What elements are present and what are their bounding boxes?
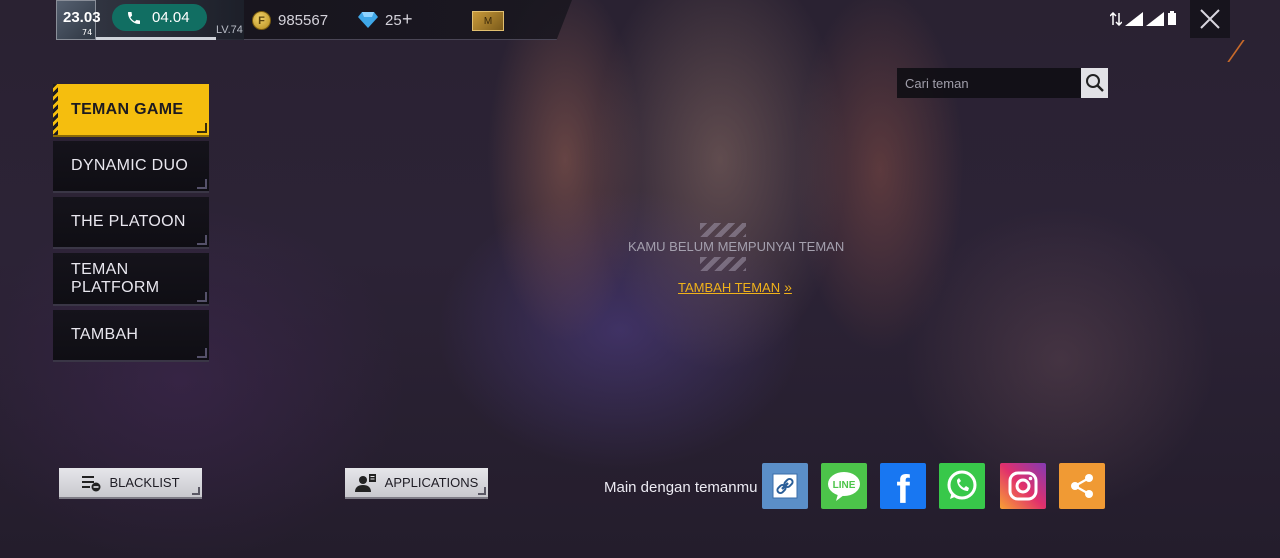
stripe-decoration-bottom	[700, 257, 746, 271]
instagram-icon	[1008, 471, 1038, 501]
clock: 23.03	[63, 9, 101, 26]
add-friend-link[interactable]: TAMBAH TEMAN »	[678, 279, 792, 295]
share-line-button[interactable]: LINE	[821, 463, 867, 509]
tab-label: DYNAMIC DUO	[71, 157, 189, 174]
gold-amount: 985567	[278, 12, 329, 29]
add-diamonds-button[interactable]: +	[402, 9, 413, 30]
signal-icon	[1125, 12, 1143, 26]
share-instagram-button[interactable]	[1000, 463, 1046, 509]
diamond-amount: 25	[385, 12, 402, 29]
tab-teman-game[interactable]: TEMAN GAME	[53, 84, 209, 137]
blacklist-label: BLACKLIST	[109, 475, 180, 490]
close-icon	[1200, 9, 1220, 29]
share-icon	[1071, 474, 1093, 498]
tab-tambah[interactable]: TAMBAH	[53, 310, 209, 362]
empty-friends-message: KAMU BELUM MEMPUNYAI TEMAN	[628, 239, 845, 254]
level-label: LV.74	[216, 24, 243, 36]
battery-icon	[1168, 11, 1176, 25]
share-whatsapp-button[interactable]	[939, 463, 985, 509]
ongoing-call-pill[interactable]: 04.04	[112, 4, 207, 31]
search-icon	[1085, 74, 1104, 92]
gold-coin-icon: F	[252, 11, 271, 30]
system-status-icons	[1110, 8, 1177, 26]
avatar-badge: 74	[82, 28, 93, 37]
search-input[interactable]	[897, 68, 1081, 98]
corner-decoration	[1217, 40, 1245, 62]
line-text: LINE	[833, 480, 856, 491]
friend-request-icon	[354, 473, 376, 492]
facebook-icon: f	[896, 468, 910, 512]
phone-icon	[128, 11, 140, 24]
tab-dynamic-duo[interactable]: DYNAMIC DUO	[53, 141, 209, 193]
tab-label: TAMBAH	[71, 326, 139, 343]
blacklist-button[interactable]: BLACKLIST	[59, 468, 202, 499]
tab-label: THE PLATOON	[71, 213, 186, 230]
blacklist-icon	[82, 475, 101, 491]
stripe-decoration-top	[700, 223, 746, 237]
search-button[interactable]	[1081, 68, 1108, 98]
membership-badge-icon[interactable]: M	[472, 11, 504, 31]
friend-search	[897, 68, 1108, 98]
share-facebook-button[interactable]: f	[880, 463, 926, 512]
line-icon: LINE	[828, 472, 860, 501]
copy-link-button[interactable]	[762, 463, 808, 509]
diamond-icon	[358, 12, 378, 28]
add-friend-label: TAMBAH TEMAN	[678, 279, 781, 295]
share-more-button[interactable]	[1059, 463, 1105, 509]
close-button[interactable]	[1190, 0, 1230, 38]
play-with-friends-label: Main dengan temanmu	[604, 479, 758, 496]
level-progress-bar	[96, 37, 216, 40]
call-duration: 04.04	[152, 9, 190, 26]
applications-label: APPLICATIONS	[384, 475, 479, 490]
tab-label: TEMAN GAME	[71, 100, 184, 118]
link-icon	[772, 473, 798, 499]
signal-icon-2	[1146, 12, 1164, 26]
tab-teman-platform[interactable]: TEMAN PLATFORM	[53, 253, 209, 306]
double-chevron-icon: »	[784, 279, 792, 295]
data-arrows-icon	[1110, 12, 1122, 26]
tab-the-platoon[interactable]: THE PLATOON	[53, 197, 209, 249]
tab-label: TEMAN PLATFORM	[71, 260, 160, 296]
applications-button[interactable]: APPLICATIONS	[345, 468, 488, 499]
whatsapp-icon	[947, 470, 977, 500]
